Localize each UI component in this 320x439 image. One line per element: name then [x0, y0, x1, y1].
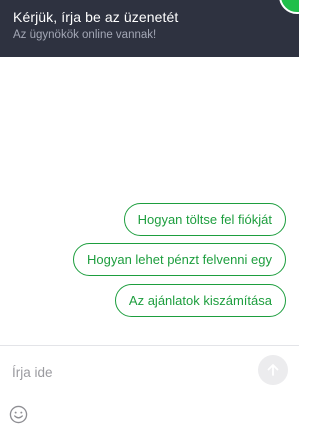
message-input[interactable] — [12, 362, 252, 382]
header-title: Kérjük, írja be az üzenetét — [13, 9, 179, 25]
send-button[interactable] — [258, 355, 288, 385]
smiley-icon — [9, 405, 27, 423]
quick-reply-button-offers[interactable]: Az ajánlatok kiszámítása — [114, 284, 286, 317]
emoji-button[interactable] — [8, 404, 28, 424]
message-area: Hogyan töltse fel fiókját Hogyan lehet p… — [0, 57, 299, 345]
quick-reply-button-topup[interactable]: Hogyan töltse fel fiókját — [123, 203, 286, 236]
composer-divider — [0, 345, 299, 346]
header-subtitle: Az ügynökök online vannak! — [13, 29, 157, 41]
arrow-up-icon — [267, 364, 279, 376]
online-status-indicator — [279, 0, 299, 14]
quick-reply-button-withdraw[interactable]: Hogyan lehet pénzt felvenni egy — [72, 243, 286, 276]
chat-header: Kérjük, írja be az üzenetét Az ügynökök … — [0, 0, 299, 57]
